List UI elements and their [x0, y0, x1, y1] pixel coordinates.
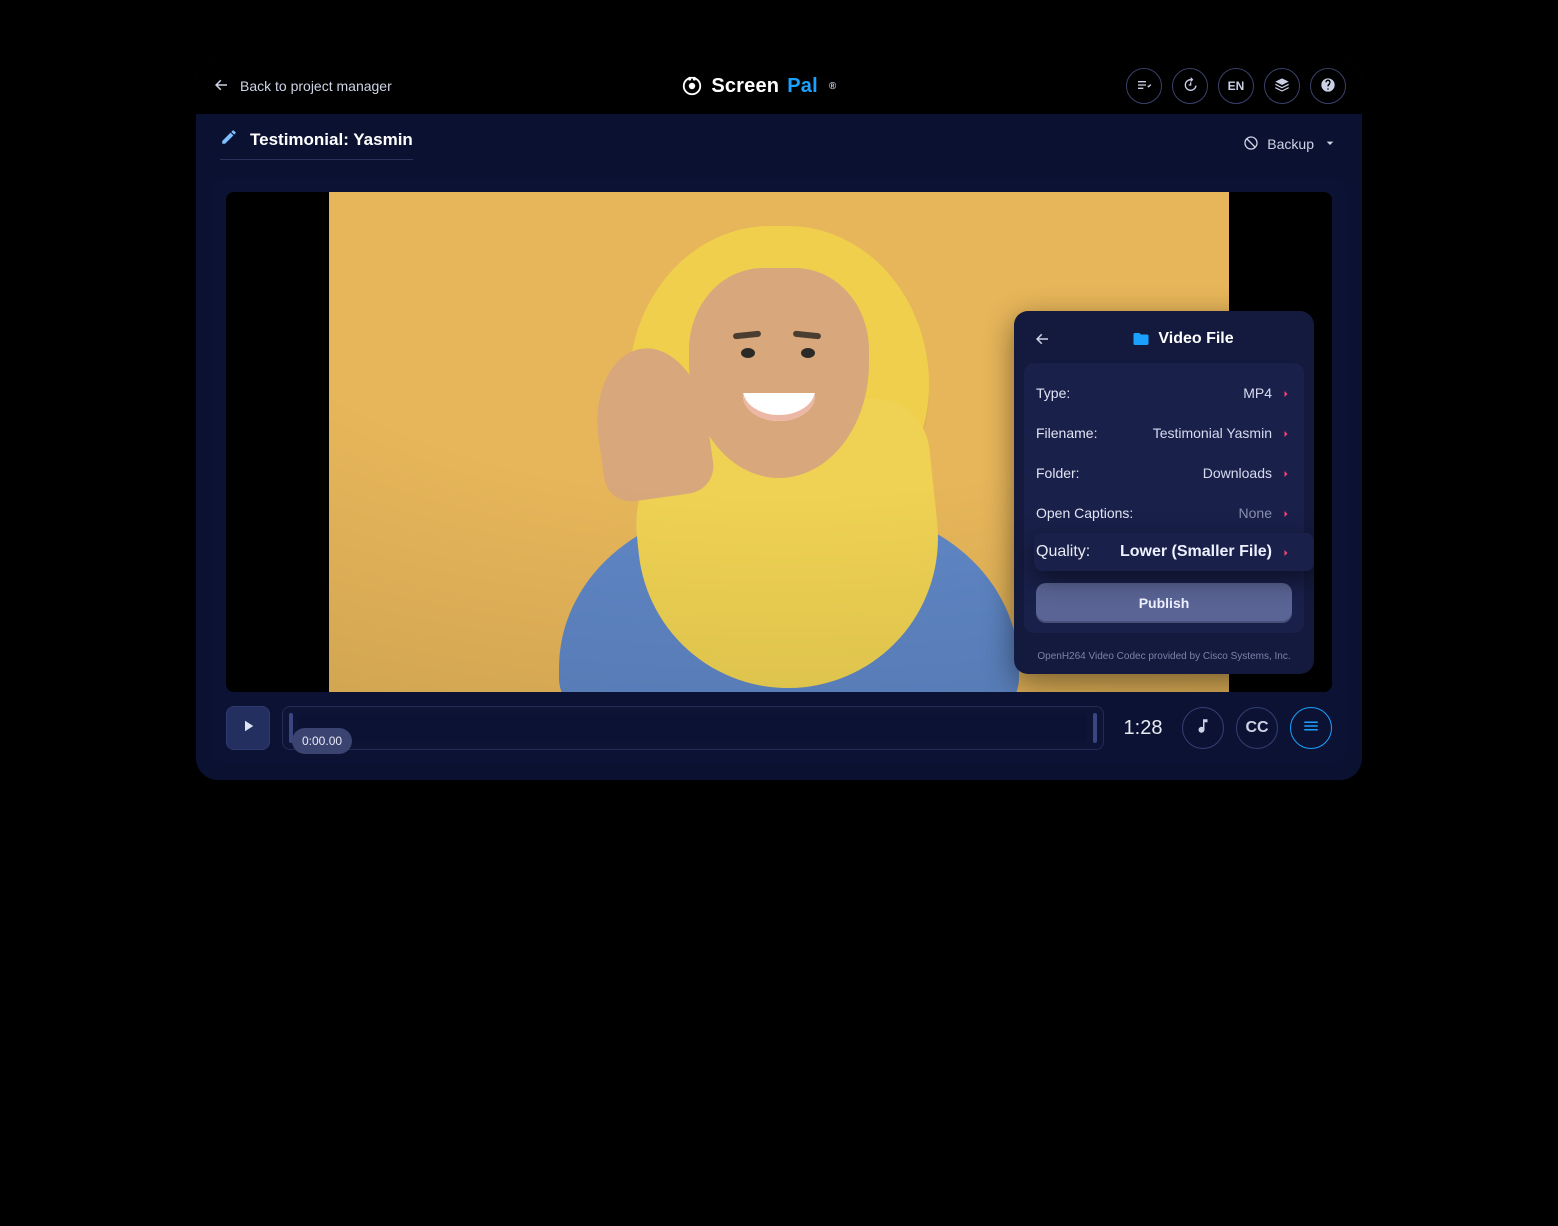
no-symbol-icon	[1243, 135, 1259, 154]
export-panel: Video File Type: MP4	[1014, 311, 1314, 674]
history-icon	[1182, 77, 1198, 96]
row-quality-value: Lower (Smaller File)	[1120, 543, 1272, 561]
row-folder-value: Downloads	[1203, 465, 1272, 481]
arrow-left-icon	[212, 76, 230, 97]
help-icon	[1320, 77, 1336, 96]
back-label: Back to project manager	[240, 78, 392, 94]
row-oc-label: Open Captions:	[1036, 505, 1133, 521]
chevron-right-icon	[1280, 387, 1292, 399]
row-folder[interactable]: Folder: Downloads	[1036, 453, 1292, 493]
play-icon	[239, 717, 257, 740]
arrow-left-icon	[1033, 330, 1051, 348]
screen: Back to project manager Screen Pal ®	[196, 58, 1362, 780]
layers-button[interactable]	[1264, 68, 1300, 104]
chevron-right-icon	[1280, 507, 1292, 519]
brand-trademark: ®	[829, 81, 837, 92]
row-oc-value: None	[1239, 505, 1272, 521]
top-tools: EN	[1126, 68, 1346, 104]
back-to-projects[interactable]: Back to project manager	[212, 76, 392, 97]
duration-label: 1:28	[1116, 717, 1170, 740]
play-button[interactable]	[226, 706, 270, 750]
music-button[interactable]	[1182, 707, 1224, 749]
language-label: EN	[1228, 79, 1245, 93]
row-quality[interactable]: Quality: Lower (Smaller File)	[1034, 533, 1314, 571]
row-type-value: MP4	[1243, 385, 1272, 401]
export-panel-title-text: Video File	[1158, 330, 1233, 348]
chevron-right-icon	[1280, 467, 1292, 479]
project-title[interactable]: Testimonial: Yasmin	[220, 128, 413, 160]
row-filename-label: Filename:	[1036, 425, 1097, 441]
title-bar: Testimonial: Yasmin Backup	[196, 114, 1362, 168]
row-filename-value: Testimonial Yasmin	[1153, 425, 1272, 441]
row-quality-label: Quality:	[1036, 543, 1090, 561]
device-frame: Back to project manager Screen Pal ®	[188, 50, 1370, 788]
export-panel-title: Video File	[1066, 330, 1300, 348]
edit-icon	[220, 128, 238, 151]
list-check-icon	[1136, 77, 1152, 96]
viewer: Video File Type: MP4	[212, 178, 1346, 764]
export-panel-back[interactable]	[1028, 325, 1056, 353]
viewer-wrap: Video File Type: MP4	[196, 168, 1362, 780]
row-type-label: Type:	[1036, 385, 1070, 401]
brand-name-b: Pal	[787, 75, 818, 98]
chevron-right-icon	[1280, 427, 1292, 439]
timeline-controls: 1:28 CC	[226, 706, 1332, 750]
timestamp-chip: 0:00.00	[292, 728, 352, 754]
video-frame: Video File Type: MP4	[226, 192, 1332, 692]
music-icon	[1194, 717, 1212, 740]
timeline-track[interactable]	[282, 706, 1104, 750]
timeline-bar[interactable]	[299, 713, 1087, 743]
history-button[interactable]	[1172, 68, 1208, 104]
export-panel-header: Video File	[1014, 311, 1314, 363]
row-folder-label: Folder:	[1036, 465, 1080, 481]
brand-logo: Screen Pal ®	[681, 75, 836, 98]
caret-down-icon	[1322, 135, 1338, 154]
backup-dropdown[interactable]: Backup	[1243, 135, 1338, 154]
row-filename[interactable]: Filename: Testimonial Yasmin	[1036, 413, 1292, 453]
cc-label: CC	[1245, 719, 1268, 737]
timeline-handle-right[interactable]	[1093, 713, 1097, 743]
brand-name-a: Screen	[711, 75, 779, 98]
cc-button[interactable]: CC	[1236, 707, 1278, 749]
export-panel-body: Type: MP4 Filename: Testimonial Yasmin	[1024, 363, 1304, 633]
publish-button[interactable]: Publish	[1036, 583, 1292, 623]
menu-button[interactable]	[1290, 707, 1332, 749]
publish-button-label: Publish	[1139, 595, 1190, 611]
row-open-captions[interactable]: Open Captions: None	[1036, 493, 1292, 533]
chevron-right-icon	[1280, 546, 1292, 558]
folder-icon	[1132, 330, 1150, 348]
project-title-text: Testimonial: Yasmin	[250, 130, 413, 150]
menu-icon	[1302, 717, 1320, 740]
layers-icon	[1274, 77, 1290, 96]
list-check-button[interactable]	[1126, 68, 1162, 104]
top-bar: Back to project manager Screen Pal ®	[196, 58, 1362, 114]
help-button[interactable]	[1310, 68, 1346, 104]
row-type[interactable]: Type: MP4	[1036, 373, 1292, 413]
language-button[interactable]: EN	[1218, 68, 1254, 104]
backup-label: Backup	[1267, 136, 1314, 152]
export-panel-footnote: OpenH264 Video Codec provided by Cisco S…	[1014, 643, 1314, 674]
brand-mark-icon	[681, 75, 703, 97]
